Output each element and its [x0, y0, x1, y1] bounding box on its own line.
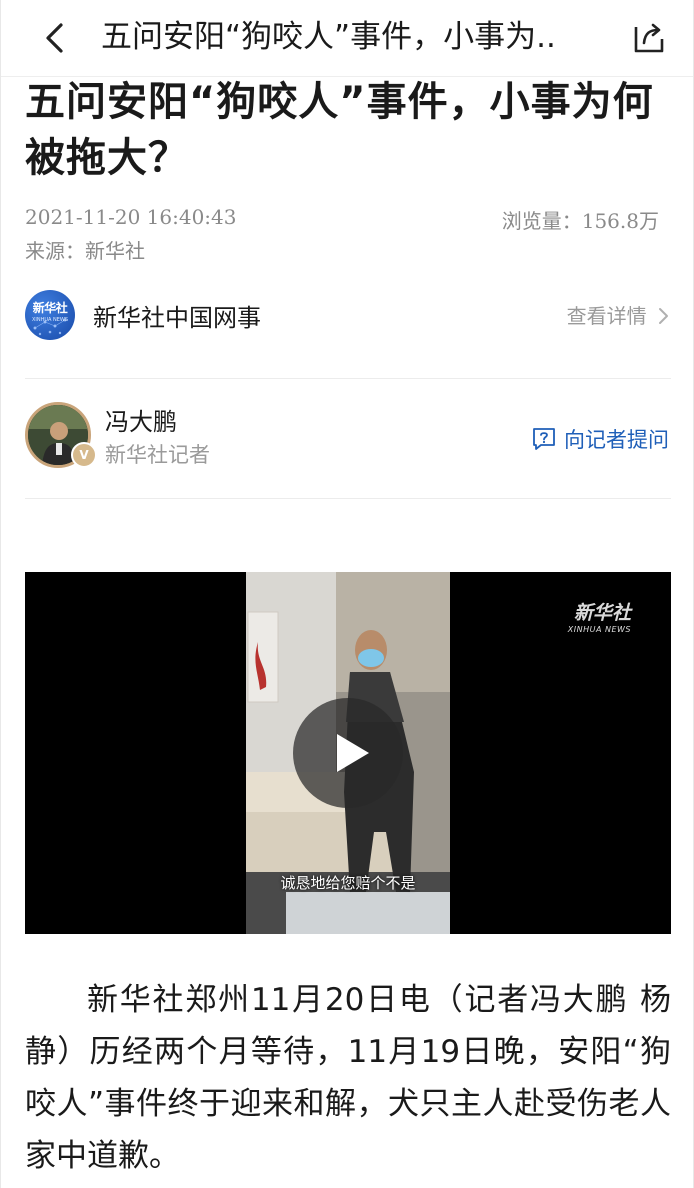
nav-title: 五问安阳“狗咬人”事件，小事为..: [101, 19, 556, 55]
author-role: 新华社记者: [105, 443, 210, 467]
top-nav-bar: 五问安阳“狗咬人”事件，小事为..: [1, 0, 693, 77]
question-icon: [533, 428, 555, 450]
back-button[interactable]: [35, 18, 75, 58]
video-player[interactable]: 新华社 XINHUA NEWS 诚恳地给您赔个不是: [25, 572, 671, 934]
publish-date: 2021-11-20 16:40:43: [25, 205, 237, 229]
video-watermark: 新华社 XINHUA NEWS: [568, 598, 631, 634]
watermark-text: 新华社: [573, 602, 631, 624]
share-icon: [634, 23, 664, 53]
article-headline: 五问安阳“狗咬人”事件，小事为何被拖大？: [25, 79, 654, 181]
play-icon: [337, 734, 369, 772]
view-count-value: 156.8万: [581, 209, 659, 233]
channel-row[interactable]: 新华社 XINHUA NEWS 新华社中国网事 查看详情: [25, 290, 671, 342]
play-button[interactable]: [293, 698, 403, 808]
verified-badge: V: [71, 442, 97, 468]
divider: [25, 498, 671, 499]
article-paragraph: 新华社郑州11月20日电（记者冯大鹏 杨静）历经两个月等待，11月19日晚，安阳…: [25, 982, 671, 1174]
channel-name: 新华社中国网事: [93, 304, 261, 332]
view-details-label: 查看详情: [566, 304, 647, 328]
view-count-label: 浏览量：: [501, 209, 582, 233]
logo-text: 新华社: [32, 301, 68, 315]
ask-reporter-button[interactable]: 向记者提问: [532, 424, 669, 454]
logo-subtext: XINHUA NEWS: [31, 317, 69, 323]
share-button[interactable]: [629, 18, 669, 58]
article-page: 五问安阳“狗咬人”事件，小事为.. 五问安阳“狗咬人”事件，小事为何被拖大？ 2…: [0, 0, 694, 1188]
watermark-subtext: XINHUA NEWS: [567, 625, 631, 634]
article-source: 来源：新华社: [25, 239, 145, 263]
chevron-left-icon: [46, 23, 63, 53]
xinhua-logo: 新华社 XINHUA NEWS: [25, 290, 75, 340]
view-details-link[interactable]: 查看详情: [567, 300, 669, 329]
video-subtitle: 诚恳地给您赔个不是: [280, 874, 416, 892]
chevron-right-icon: [659, 308, 668, 324]
divider: [25, 378, 671, 379]
author-name: 冯大鹏: [105, 408, 177, 436]
view-count: 浏览量：156.8万: [502, 205, 659, 234]
ask-reporter-label: 向记者提问: [564, 428, 669, 452]
